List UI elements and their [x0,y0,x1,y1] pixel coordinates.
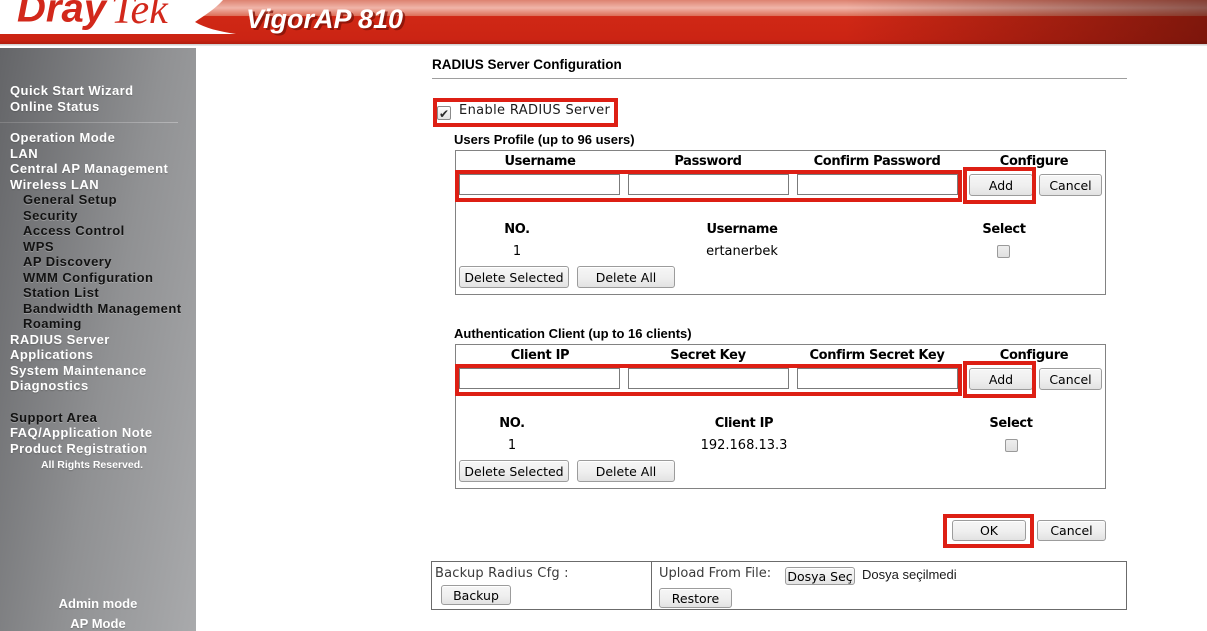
users-row-no: 1 [513,244,521,259]
users-list-col-username: Username [706,222,777,237]
sidebar-item-operation-mode[interactable]: Operation Mode [10,131,115,145]
backup-box-divider [651,561,652,610]
sidebar-item-central-ap-management[interactable]: Central AP Management [10,162,168,176]
users-col-confirm-password: Confirm Password [814,154,941,169]
users-row-username: ertanerbek [706,244,778,259]
sidebar-item-wireless-lan[interactable]: Wireless LAN [10,178,99,192]
users-col-configure: Configure [1000,154,1068,169]
choose-file-button[interactable]: Dosya Seç [785,567,855,585]
sidebar-item-quick-start-wizard[interactable]: Quick Start Wizard [10,84,134,98]
main-content: RADIUS Server Configuration ✔ Enable RAD… [196,46,1207,631]
confirm-password-input[interactable] [797,174,958,195]
page-title: RADIUS Server Configuration [432,57,622,72]
auth-col-secret-key: Secret Key [670,348,746,363]
users-list-col-select: Select [982,222,1025,237]
sidebar-item-security[interactable]: Security [23,209,78,223]
sidebar-item-wps[interactable]: WPS [23,240,54,254]
users-profile-section-label: Users Profile (up to 96 users) [454,132,635,147]
sidebar-item-diagnostics[interactable]: Diagnostics [10,379,89,393]
secret-key-input[interactable] [628,368,789,389]
confirm-secret-key-input[interactable] [797,368,958,389]
auth-row-client-ip: 192.168.13.3 [701,438,788,453]
sidebar-item-access-control[interactable]: Access Control [23,224,125,238]
sidebar-mode-admin-mode[interactable]: Admin mode [0,596,196,611]
all-rights-reserved-note: All Rights Reserved. [0,459,184,471]
sidebar-item-bandwidth-management[interactable]: Bandwidth Management [23,302,182,316]
main-cancel-button[interactable]: Cancel [1037,520,1106,541]
sidebar-item-support-area[interactable]: Support Area [10,411,97,425]
backup-button[interactable]: Backup [441,585,511,605]
sidebar-item-lan[interactable]: LAN [10,147,38,161]
sidebar-item-roaming[interactable]: Roaming [23,317,82,331]
sidebar-item-product-registration[interactable]: Product Registration [10,442,148,456]
users-col-username: Username [504,154,575,169]
auth-col-client-ip: Client IP [511,348,569,363]
username-input[interactable] [459,174,620,195]
auth-row-select-checkbox[interactable] [1005,439,1018,452]
ok-button[interactable]: OK [952,520,1026,541]
header-banner: Dray Tek VigorAP 810 VigorAP 810 [0,0,1207,46]
no-file-chosen-text: Dosya seçilmedi [862,567,957,582]
sidebar-menu: Quick Start Wizard Online Status Operation… [0,48,196,631]
sidebar-item-applications[interactable]: Applications [10,348,93,362]
auth-delete-all-button[interactable]: Delete All [577,460,675,482]
auth-list-col-no: NO. [499,416,525,431]
auth-add-button[interactable]: Add [969,368,1033,390]
sidebar-item-faq-application-note[interactable]: FAQ/Application Note [10,426,153,440]
users-cancel-button[interactable]: Cancel [1039,174,1102,196]
sidebar-item-station-list[interactable]: Station List [23,286,99,300]
auth-row-no: 1 [508,438,516,453]
sidebar-item-ap-discovery[interactable]: AP Discovery [23,255,112,269]
title-rule [432,78,1127,79]
auth-list-col-client-ip: Client IP [715,416,773,431]
password-input[interactable] [628,174,789,195]
auth-col-configure: Configure [1000,348,1068,363]
restore-button[interactable]: Restore [659,588,732,608]
sidebar-separator [0,122,178,123]
brand-logo-tek: Tek [111,0,169,33]
auth-col-confirm-secret-key: Confirm Secret Key [809,348,944,363]
users-add-button[interactable]: Add [969,174,1033,196]
model-title: VigorAP 810 [246,4,403,34]
enable-radius-checkbox[interactable]: ✔ [437,106,451,120]
users-delete-all-button[interactable]: Delete All [577,266,675,288]
sidebar-item-wmm-configuration[interactable]: WMM Configuration [23,271,153,285]
upload-from-file-label: Upload From File: [659,566,771,581]
brand-logo-dray: Dray [17,0,108,31]
sidebar-item-general-setup[interactable]: General Setup [23,193,117,207]
auth-cancel-button[interactable]: Cancel [1039,368,1102,390]
users-col-password: Password [674,154,741,169]
sidebar-item-radius-server[interactable]: RADIUS Server [10,333,110,347]
auth-client-section-label: Authentication Client (up to 16 clients) [454,326,692,341]
users-delete-selected-button[interactable]: Delete Selected [459,266,569,288]
users-list-col-no: NO. [504,222,530,237]
client-ip-input[interactable] [459,368,620,389]
enable-radius-label: Enable RADIUS Server [459,103,610,118]
sidebar-item-online-status[interactable]: Online Status [10,100,100,114]
sidebar-mode-ap-mode[interactable]: AP Mode [0,616,196,631]
checkmark-icon: ✔ [439,108,450,120]
backup-radius-label: Backup Radius Cfg : [435,566,569,581]
sidebar-item-system-maintenance[interactable]: System Maintenance [10,364,147,378]
users-row-select-checkbox[interactable] [997,245,1010,258]
auth-delete-selected-button[interactable]: Delete Selected [459,460,569,482]
auth-list-col-select: Select [989,416,1032,431]
